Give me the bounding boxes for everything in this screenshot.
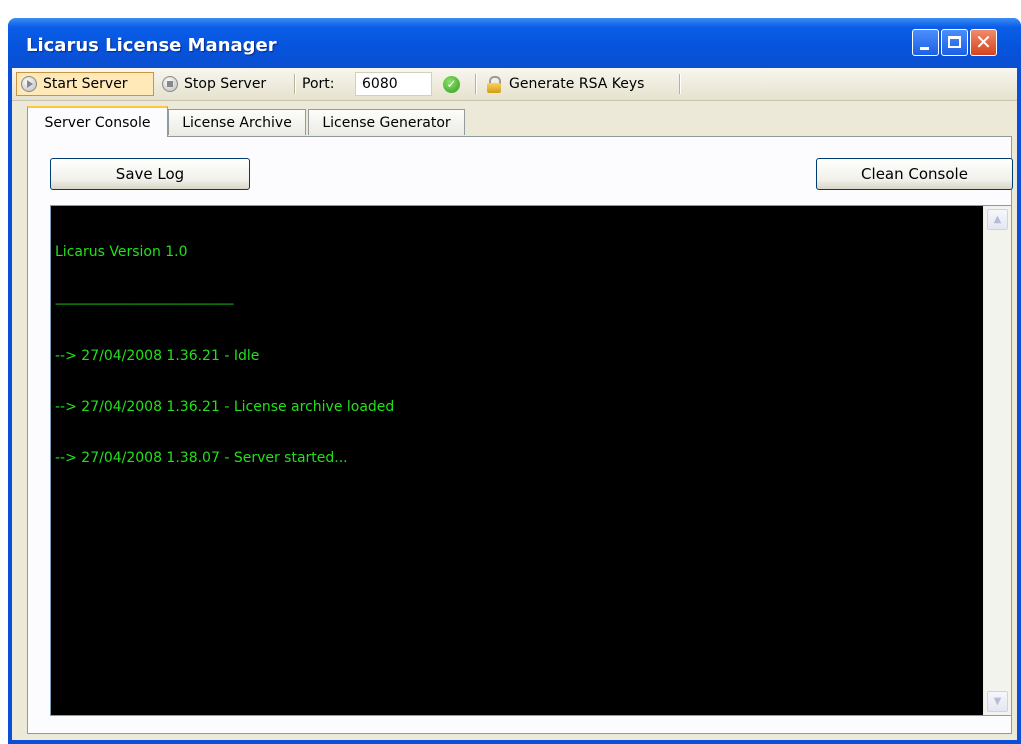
- minimize-icon: [920, 47, 929, 50]
- tab-strip: Server Console License Archive License G…: [27, 106, 1017, 137]
- scroll-down-icon[interactable]: ▼: [987, 691, 1008, 712]
- console-output[interactable]: Licarus Version 1.0 --------------------…: [50, 205, 1012, 716]
- minimize-button[interactable]: [912, 29, 939, 56]
- console-scrollbar[interactable]: ▲ ▼: [983, 206, 1011, 715]
- clean-console-button[interactable]: Clean Console: [816, 158, 1013, 190]
- tab-server-console[interactable]: Server Console: [27, 106, 168, 137]
- stop-icon: [162, 76, 178, 92]
- tab-label: License Archive: [182, 114, 292, 131]
- scroll-up-icon[interactable]: ▲: [987, 209, 1008, 230]
- lock-icon: [486, 76, 502, 93]
- start-server-label: Start Server: [43, 76, 128, 92]
- tab-label: License Generator: [322, 114, 451, 131]
- maximize-button[interactable]: [941, 29, 968, 56]
- stop-server-label: Stop Server: [184, 76, 267, 92]
- generate-rsa-keys-button[interactable]: Generate RSA Keys: [509, 72, 644, 96]
- toolbar-separator: [679, 74, 680, 94]
- window-bottom-border: [8, 740, 1021, 744]
- console-line: Licarus Version 1.0: [55, 244, 188, 260]
- close-button[interactable]: ✕: [970, 29, 997, 56]
- window-client-area: Start Server Stop Server Port: 6080 ✓ Ge…: [12, 68, 1017, 740]
- title-bar[interactable]: Licarus License Manager ✕: [8, 18, 1021, 68]
- console-line: --> 27/04/2008 1.36.21 - License archive…: [55, 399, 395, 415]
- console-line: --> 27/04/2008 1.38.07 - Server started.…: [55, 450, 348, 466]
- close-icon: ✕: [975, 30, 992, 54]
- console-separator-line: ----------------------------------------…: [55, 297, 234, 310]
- maximize-icon: [948, 36, 961, 48]
- toolbar-separator: [475, 74, 476, 94]
- save-log-button[interactable]: Save Log: [50, 158, 250, 190]
- stop-server-button[interactable]: Stop Server: [158, 72, 288, 96]
- console-line: --> 27/04/2008 1.36.21 - Idle: [55, 348, 260, 364]
- check-icon[interactable]: ✓: [443, 76, 460, 93]
- port-label: Port:: [302, 76, 335, 92]
- tab-label: Server Console: [44, 114, 151, 131]
- toolbar: Start Server Stop Server Port: 6080 ✓ Ge…: [12, 68, 1017, 101]
- tab-license-generator[interactable]: License Generator: [308, 109, 465, 135]
- app-window: Licarus License Manager ✕ Start Server S…: [8, 18, 1021, 744]
- tab-license-archive[interactable]: License Archive: [168, 109, 306, 135]
- console-lines: Licarus Version 1.0 --------------------…: [55, 210, 981, 501]
- play-icon: [21, 76, 37, 92]
- generate-rsa-keys-label: Generate RSA Keys: [509, 76, 645, 92]
- toolbar-separator: [294, 74, 295, 94]
- start-server-button[interactable]: Start Server: [16, 72, 154, 96]
- server-console-panel: Save Log Clean Console Licarus Version 1…: [27, 136, 1013, 734]
- port-input[interactable]: 6080: [355, 72, 432, 96]
- window-title: Licarus License Manager: [26, 35, 277, 56]
